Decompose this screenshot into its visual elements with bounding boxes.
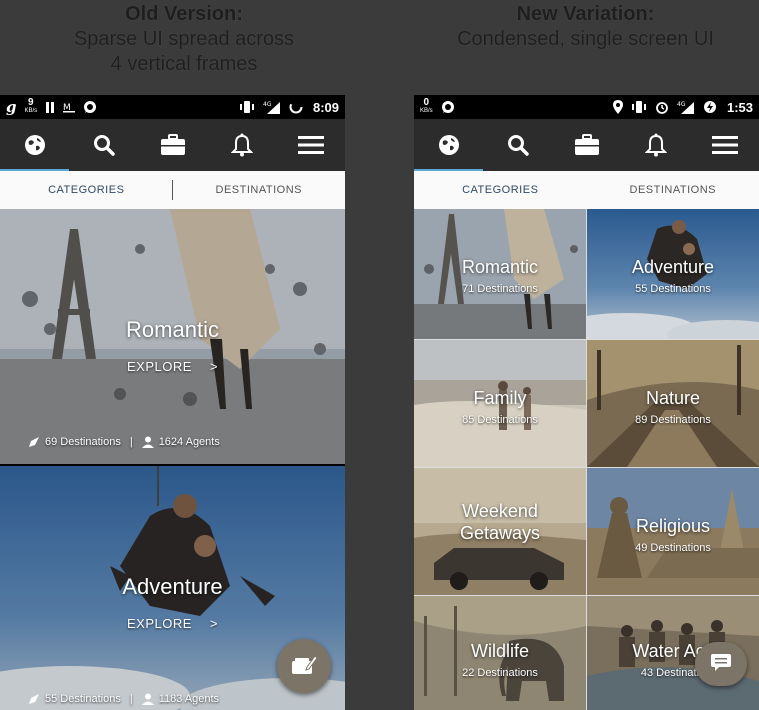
tile-destinations: 71 Destinations	[462, 283, 538, 295]
whatsapp-icon	[441, 100, 455, 114]
tile-title: Weekend Getaways	[459, 501, 541, 543]
location-icon	[612, 100, 623, 114]
tile-destinations: 22 Destinations	[462, 667, 538, 679]
search-icon[interactable]	[498, 125, 538, 165]
signal-icon: 4G	[677, 100, 695, 114]
search-icon[interactable]	[84, 125, 124, 165]
plane-icon	[28, 436, 40, 448]
card-stats: 69 Destinations | 1624 Agents	[28, 436, 220, 448]
app-toolbar	[0, 119, 345, 171]
pause-icon	[45, 101, 55, 113]
card-title: Adventure	[122, 574, 223, 599]
tile-title: Romantic	[461, 257, 539, 277]
romantic-tile[interactable]: Romantic 71 Destinations	[414, 209, 586, 339]
romantic-category-card[interactable]: Romantic EXPLORE > 69 Destinations | 1624…	[0, 209, 345, 464]
edit-icon	[291, 653, 318, 680]
agents-count: 1624 Agents	[158, 436, 220, 448]
globe-icon[interactable]	[15, 125, 55, 165]
tile-title: Religious	[635, 516, 711, 536]
religious-tile[interactable]: Religious 49 Destinations	[587, 468, 759, 595]
app-toolbar	[414, 119, 759, 171]
weekend-getaways-tile[interactable]: Weekend Getaways	[414, 468, 586, 595]
old-phone-screen: g 9 KB/s M 4G 8:09 CATEGORIES DESTINATIO…	[0, 95, 345, 710]
old-version-heading: Old Version: Sparse UI spread across 4 v…	[0, 2, 368, 77]
menu-icon[interactable]	[705, 125, 745, 165]
vibrate-icon	[239, 101, 255, 113]
tile-destinations: 85 Destinations	[462, 414, 538, 426]
tab-destinations[interactable]: DESTINATIONS	[587, 184, 759, 196]
vibrate-icon	[631, 101, 647, 113]
chevron-right-icon: >	[209, 359, 218, 374]
old-version-line1: Sparse UI spread across	[73, 28, 295, 50]
briefcase-icon[interactable]	[567, 125, 607, 165]
stats-separator: |	[129, 436, 133, 448]
new-variation-title: New Variation:	[516, 3, 655, 25]
chat-icon	[710, 653, 732, 676]
svg-text:4G: 4G	[677, 101, 686, 108]
network-speed: 9 KB/s	[24, 97, 38, 115]
status-bar: 0 KB/s 4G 1:53	[414, 95, 759, 119]
family-tile[interactable]: Family 85 Destinations	[414, 340, 586, 467]
globe-icon[interactable]	[429, 125, 469, 165]
chevron-right-icon: >	[209, 616, 218, 631]
chat-fab-button[interactable]	[695, 642, 747, 686]
new-phone-screen: 0 KB/s 4G 1:53 CATEGORIES DESTINATIONS R…	[414, 95, 759, 710]
category-tabs: CATEGORIES DESTINATIONS	[0, 171, 345, 209]
status-time: 1:53	[726, 99, 753, 115]
edit-fab-button[interactable]	[277, 639, 331, 693]
card-title: Romantic	[126, 317, 219, 342]
category-tabs: CATEGORIES DESTINATIONS	[414, 171, 759, 209]
tab-categories[interactable]: CATEGORIES	[414, 184, 587, 196]
tab-divider	[172, 180, 173, 200]
agents-count: 1183 Agents	[158, 693, 220, 705]
tile-destinations: 55 Destinations	[635, 283, 711, 295]
new-variation-heading: New Variation: Condensed, single screen …	[412, 2, 759, 52]
signal-icon: 4G	[263, 100, 281, 114]
tile-title: Adventure	[631, 257, 715, 277]
destinations-count: 55 Destinations	[45, 693, 121, 705]
wildlife-tile[interactable]: Wildlife 22 Destinations	[414, 596, 586, 710]
tab-categories[interactable]: CATEGORIES	[0, 184, 173, 196]
old-version-title: Old Version:	[125, 3, 243, 25]
agent-icon	[141, 436, 154, 448]
status-bar: g 9 KB/s M 4G 8:09	[0, 95, 345, 119]
destinations-count: 69 Destinations	[45, 436, 121, 448]
bell-icon[interactable]	[222, 125, 262, 165]
explore-button[interactable]: EXPLORE >	[0, 359, 345, 374]
tile-title: Nature	[645, 388, 701, 408]
status-time: 8:09	[312, 99, 339, 115]
battery-icon	[289, 100, 303, 114]
card-stats: 55 Destinations | 1183 Agents	[28, 693, 219, 705]
g-logo-icon: g	[6, 98, 17, 116]
battery-icon	[703, 100, 717, 114]
tile-destinations: 89 Destinations	[635, 414, 711, 426]
svg-text:4G: 4G	[263, 101, 272, 108]
briefcase-icon[interactable]	[153, 125, 193, 165]
tile-destinations: 49 Destinations	[635, 542, 711, 554]
stats-separator: |	[129, 693, 133, 705]
explore-button[interactable]: EXPLORE >	[0, 616, 345, 631]
new-variation-line1: Condensed, single screen UI	[457, 28, 714, 50]
category-grid: Romantic 71 Destinations Adventure 55 De…	[414, 209, 759, 710]
alarm-icon	[655, 100, 669, 114]
tile-title: Family	[473, 388, 527, 408]
old-version-line2: 4 vertical frames	[110, 53, 258, 75]
mi-icon: M	[63, 101, 76, 113]
tile-title: Wildlife	[470, 641, 529, 661]
network-speed: 0 KB/s	[420, 97, 433, 115]
bell-icon[interactable]	[636, 125, 676, 165]
plane-icon	[28, 693, 40, 705]
whatsapp-icon	[83, 100, 97, 114]
nature-tile[interactable]: Nature 89 Destinations	[587, 340, 759, 467]
menu-icon[interactable]	[291, 125, 331, 165]
adventure-tile[interactable]: Adventure 55 Destinations	[587, 209, 759, 339]
tab-destinations[interactable]: DESTINATIONS	[173, 184, 346, 196]
agent-icon	[141, 693, 154, 705]
